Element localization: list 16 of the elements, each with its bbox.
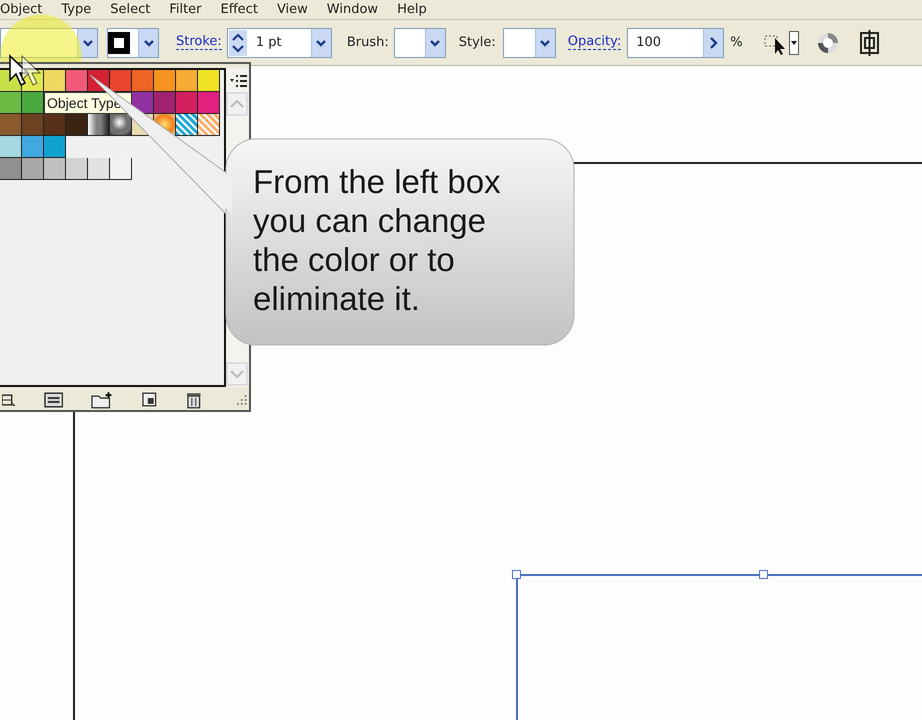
brush-label: Brush: xyxy=(346,34,389,52)
menu-item[interactable]: Window xyxy=(326,0,378,20)
stroke-weight-field[interactable]: 1 pt xyxy=(226,28,332,58)
percent-unit: % xyxy=(730,34,743,52)
menu-item[interactable]: Effect xyxy=(220,0,258,20)
menu-item[interactable]: Help xyxy=(397,0,427,20)
callout-text: From the left box you can change the color or to eliminate it. xyxy=(253,162,502,318)
menu-item[interactable]: View xyxy=(276,0,308,20)
opacity-link[interactable]: Opacity: xyxy=(568,34,622,50)
stroke-link[interactable]: Stroke: xyxy=(176,34,222,50)
menu-item[interactable]: Object xyxy=(0,0,42,20)
style-label: Style: xyxy=(458,34,496,52)
menu-item[interactable]: Type xyxy=(61,0,92,20)
opacity-field[interactable]: 100 xyxy=(627,28,724,58)
menu-item[interactable]: Select xyxy=(110,0,150,20)
menu-item[interactable]: Filter xyxy=(169,0,202,20)
